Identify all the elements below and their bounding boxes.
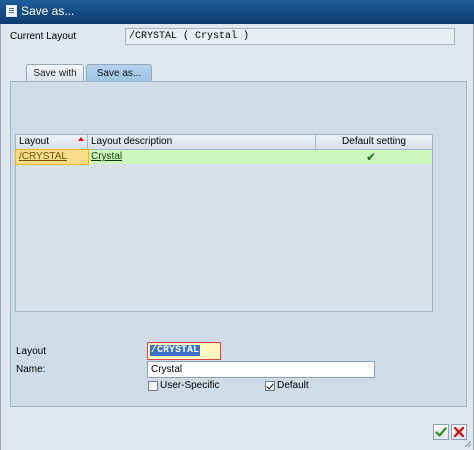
cancel-x-icon — [453, 426, 465, 438]
grid-header: Layout Layout description Default settin… — [16, 135, 432, 150]
layout-label: Layout — [16, 346, 47, 357]
user-specific-label: User-Specific — [160, 380, 220, 391]
ok-check-icon — [435, 427, 447, 437]
layout-link[interactable]: /CRYSTAL — [19, 151, 67, 162]
default-label: Default — [277, 380, 309, 391]
current-layout-field: /CRYSTAL ( Crystal ) — [125, 28, 455, 45]
title-bar: Save as... — [0, 0, 474, 24]
layout-input-value: /CRYSTAL — [150, 345, 201, 356]
ok-button[interactable] — [433, 424, 449, 440]
resize-grip-icon[interactable] — [464, 440, 472, 448]
name-label: Name: — [16, 364, 46, 375]
tab-save-with[interactable]: Save with — [26, 64, 84, 82]
layout-grid: Layout Layout description Default settin… — [15, 134, 433, 312]
user-specific-checkbox[interactable] — [148, 381, 158, 391]
column-header-description[interactable]: Layout description — [88, 135, 316, 149]
column-header-layout-label: Layout — [19, 136, 50, 147]
window-title: Save as... — [21, 4, 75, 18]
cell-default-setting: ✔ — [316, 150, 432, 164]
window-icon — [6, 5, 17, 17]
column-header-layout[interactable]: Layout — [16, 135, 88, 149]
name-input[interactable]: Crystal — [147, 361, 375, 378]
cell-layout[interactable]: /CRYSTAL — [15, 149, 89, 165]
cell-description[interactable]: Crystal — [88, 150, 316, 164]
tab-save-as[interactable]: Save as... — [86, 64, 152, 82]
checkmark-icon: ✔ — [366, 150, 377, 164]
table-row[interactable]: /CRYSTAL Crystal ✔ — [15, 149, 432, 165]
layout-input[interactable]: /CRYSTAL — [147, 342, 221, 360]
sort-ascending-icon — [78, 137, 84, 141]
cancel-button[interactable] — [451, 424, 467, 440]
column-header-default-setting[interactable]: Default setting — [316, 135, 432, 149]
default-checkbox[interactable] — [265, 381, 275, 391]
description-link[interactable]: Crystal — [91, 151, 122, 162]
current-layout-label: Current Layout — [10, 31, 77, 42]
